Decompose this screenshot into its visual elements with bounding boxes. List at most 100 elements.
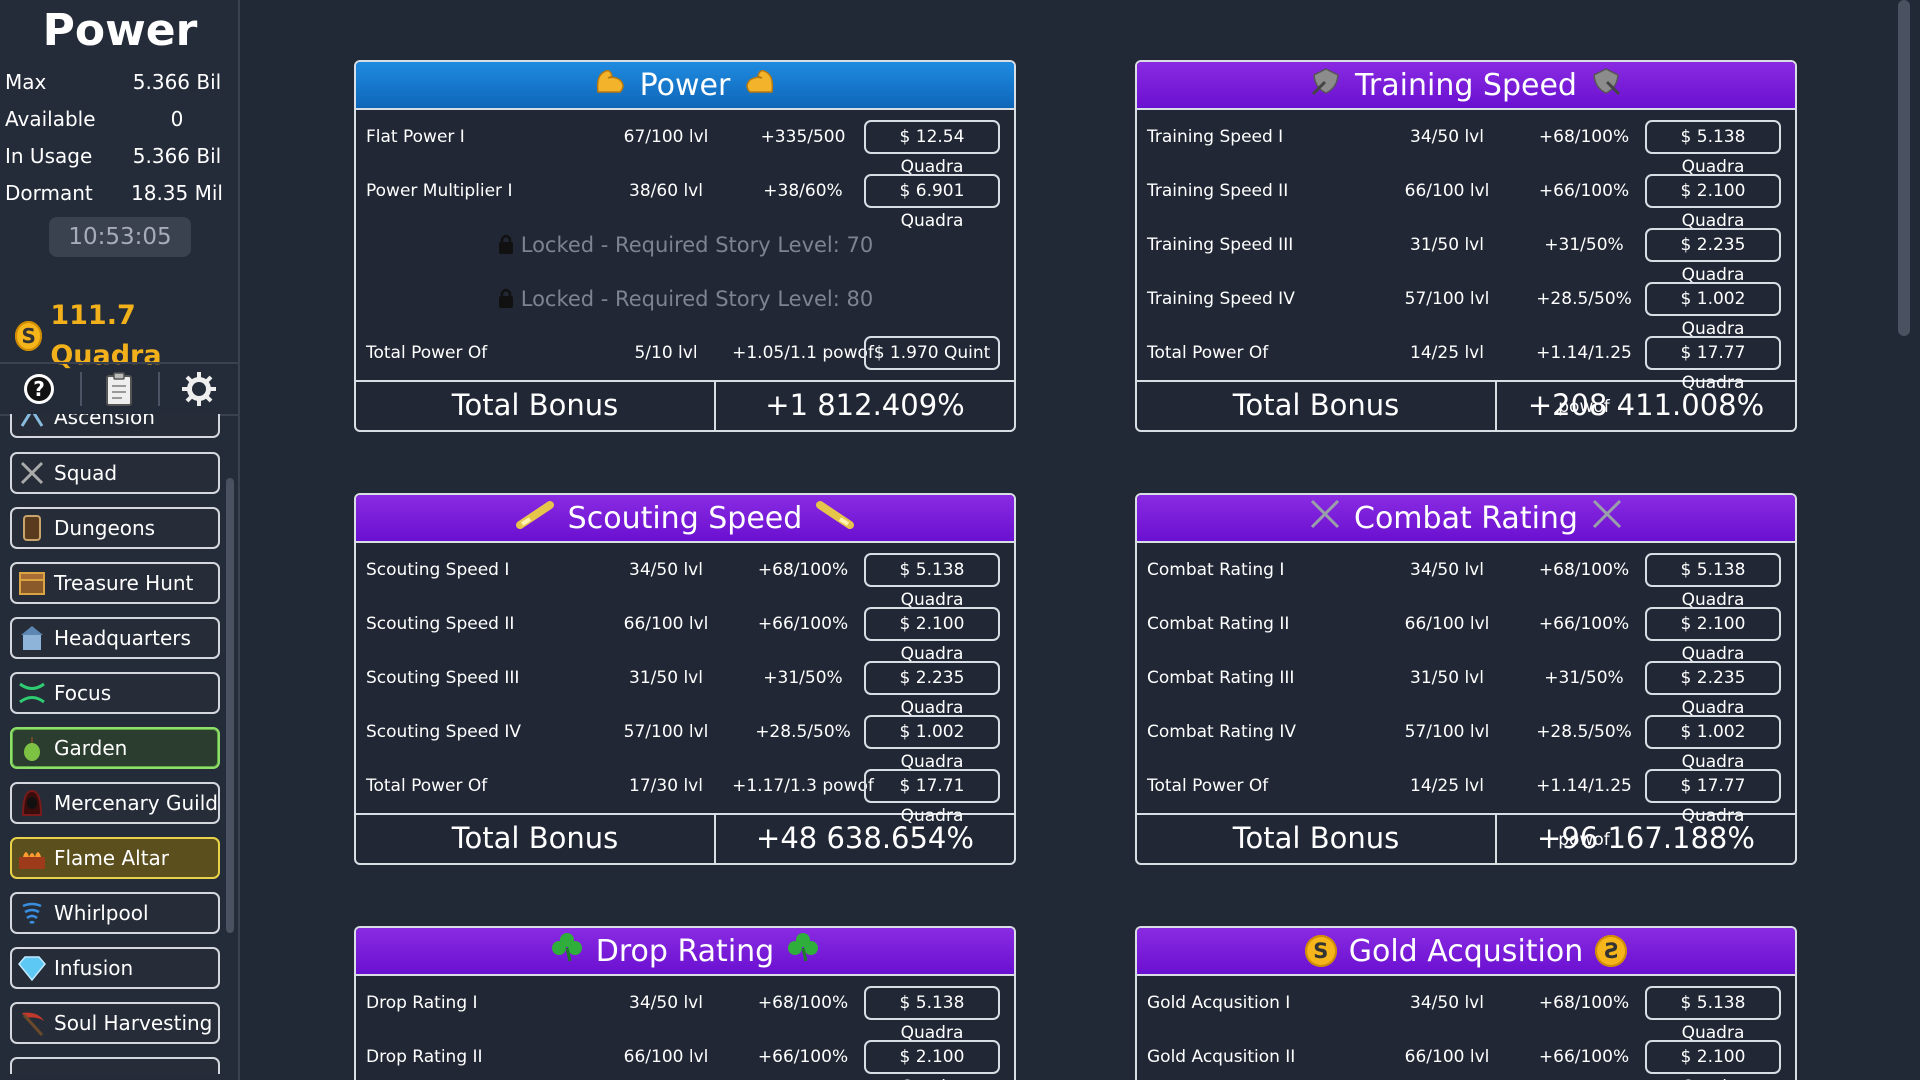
clipboard-icon <box>106 372 132 406</box>
upgrade-name: Training Speed III <box>1147 235 1294 255</box>
upgrade-row: Drop Rating I 34/50 lvl +68/100% $ 5.138… <box>356 976 1014 1043</box>
sidebar-title: Power <box>42 5 198 56</box>
upgrade-level: 66/100 lvl <box>623 614 709 634</box>
crossed-swords-icon <box>16 457 48 489</box>
nav-soul-harvesting[interactable]: Soul Harvesting <box>10 1002 220 1044</box>
buy-button[interactable]: $ 5.138 Quadra <box>864 986 1000 1043</box>
buy-button[interactable]: $ 5.138 Quadra <box>1645 120 1781 177</box>
nav-label: Dungeons <box>54 516 156 540</box>
nav-flame-altar[interactable]: Flame Altar <box>10 837 220 879</box>
flexed-arm-icon <box>594 66 628 104</box>
buy-button[interactable]: $ 2.100 Quadra <box>1645 174 1781 231</box>
buy-button[interactable]: $ 2.100 Quadra <box>864 607 1000 664</box>
buy-button[interactable]: $ 2.100 Quadra <box>864 1040 1000 1080</box>
upgrade-level: 57/100 lvl <box>1404 722 1490 742</box>
sidebar: Power Max 5.366 Bil Available 0 In Usage… <box>0 0 240 1080</box>
stat-label: Available <box>5 107 96 131</box>
gold-coin-icon: S <box>1595 935 1628 967</box>
nav-treasure-hunt[interactable]: Treasure Hunt <box>10 562 220 604</box>
door-icon <box>16 512 48 544</box>
gold-display: S 111.7 Quadra <box>15 300 238 371</box>
upgrade-row: Flat Power I 67/100 lvl +335/500 $ 12.54… <box>356 110 1014 177</box>
lock-icon <box>498 234 513 254</box>
buy-button[interactable]: $ 1.002 Quadra <box>864 715 1000 772</box>
upgrade-bonus: +1.14/1.25 powof <box>1536 776 1632 850</box>
upgrade-name: Scouting Speed III <box>366 668 520 688</box>
buy-button[interactable]: $ 2.100 Quadra <box>1645 607 1781 664</box>
notes-button[interactable] <box>99 370 139 408</box>
hood-icon <box>16 787 48 819</box>
upgrade-name: Gold Acqusition II <box>1147 1047 1296 1067</box>
upgrade-bonus: +68/100% <box>757 560 849 580</box>
nav-ascension[interactable]: Ascension <box>10 414 220 438</box>
locked-text: Locked - Required Story Level: 70 <box>520 233 874 257</box>
stat-value: 5.366 Bil <box>132 70 222 94</box>
nav-more[interactable] <box>10 1057 220 1074</box>
panel-gold-acqusition: S Gold Acqusition S Gold Acqusition I 34… <box>1135 926 1797 1080</box>
buy-button[interactable]: $ 12.54 Quadra <box>864 120 1000 177</box>
upgrade-row: Gold Acqusition II 66/100 lvl +66/100% $… <box>1137 1030 1795 1080</box>
settings-button[interactable] <box>179 370 219 408</box>
buy-button[interactable]: $ 5.138 Quadra <box>864 553 1000 610</box>
nav-squad[interactable]: Squad <box>10 452 220 494</box>
upgrade-name: Total Power Of <box>366 343 488 363</box>
buy-button[interactable]: $ 17.77 Quadra <box>1645 336 1781 393</box>
upgrade-bonus: +66/100% <box>757 614 849 634</box>
chest-icon <box>16 567 48 599</box>
upgrade-level: 34/50 lvl <box>629 560 703 580</box>
upgrade-bonus: +31/50% <box>1544 668 1624 688</box>
upgrade-name: Scouting Speed I <box>366 560 510 580</box>
altar-icon <box>16 842 48 874</box>
upgrade-level: 14/25 lvl <box>1410 343 1484 363</box>
buy-button[interactable]: $ 5.138 Quadra <box>1645 986 1781 1043</box>
buy-button[interactable]: $ 1.002 Quadra <box>1645 282 1781 339</box>
nav-headquarters[interactable]: Headquarters <box>10 617 220 659</box>
nav-infusion[interactable]: Infusion <box>10 947 220 989</box>
help-button[interactable]: ? <box>19 370 59 408</box>
nav-garden[interactable]: Garden <box>10 727 220 769</box>
stat-available: Available 0 <box>5 101 227 137</box>
nav-whirlpool[interactable]: Whirlpool <box>10 892 220 934</box>
buy-button[interactable]: $ 2.235 Quadra <box>1645 228 1781 285</box>
shield-icon <box>1309 66 1343 104</box>
stat-label: In Usage <box>5 144 93 168</box>
upgrade-bonus: +335/500 <box>760 127 846 147</box>
nav-mercenary-guild[interactable]: Mercenary Guild <box>10 782 220 824</box>
upgrade-level: 57/100 lvl <box>623 722 709 742</box>
upgrade-level: 5/10 lvl <box>634 343 698 363</box>
upgrade-name: Flat Power I <box>366 127 465 147</box>
stat-max: Max 5.366 Bil <box>5 64 227 100</box>
upgrade-level: 66/100 lvl <box>1404 181 1490 201</box>
upgrade-bonus: +66/100% <box>1538 1047 1630 1067</box>
upgrade-level: 17/30 lvl <box>629 776 703 796</box>
nav-label: Infusion <box>54 956 134 980</box>
spyglass-icon <box>515 499 556 537</box>
upgrade-bonus: +68/100% <box>1538 127 1630 147</box>
buy-button[interactable]: $ 2.100 Quadra <box>1645 1040 1781 1080</box>
nav-label: Squad <box>54 461 118 485</box>
nav-label: Flame Altar <box>54 846 170 870</box>
buy-button[interactable]: $ 5.138 Quadra <box>1645 553 1781 610</box>
buy-button[interactable]: $ 17.77 Quadra <box>1645 769 1781 826</box>
upgrade-bonus: +66/100% <box>757 1047 849 1067</box>
stat-value: 5.366 Bil <box>132 144 222 168</box>
buy-button[interactable]: $ 6.901 Quadra <box>864 174 1000 231</box>
crossed-swords-icon <box>1590 499 1624 537</box>
buy-button[interactable]: $ 2.235 Quadra <box>864 661 1000 718</box>
buy-button[interactable]: $ 17.71 Quadra <box>864 769 1000 826</box>
buy-button[interactable]: $ 2.235 Quadra <box>1645 661 1781 718</box>
buy-button[interactable]: $ 1.970 Quint <box>864 336 1000 370</box>
stat-label: Max <box>5 70 47 94</box>
stat-in-usage: In Usage 5.366 Bil <box>5 138 227 174</box>
sidebar-scrollbar[interactable] <box>226 478 234 933</box>
nav-dungeons[interactable]: Dungeons <box>10 507 220 549</box>
upgrade-name: Total Power Of <box>1147 776 1269 796</box>
upgrade-row: Training Speed I 34/50 lvl +68/100% $ 5.… <box>1137 110 1795 177</box>
nav-focus[interactable]: Focus <box>10 672 220 714</box>
panel-title: Gold Acqusition <box>1348 933 1584 969</box>
main-scrollbar[interactable] <box>1898 0 1910 336</box>
lock-icon <box>498 288 513 308</box>
upgrade-level: 34/50 lvl <box>629 993 703 1013</box>
upgrade-name: Total Power Of <box>366 776 488 796</box>
buy-button[interactable]: $ 1.002 Quadra <box>1645 715 1781 772</box>
